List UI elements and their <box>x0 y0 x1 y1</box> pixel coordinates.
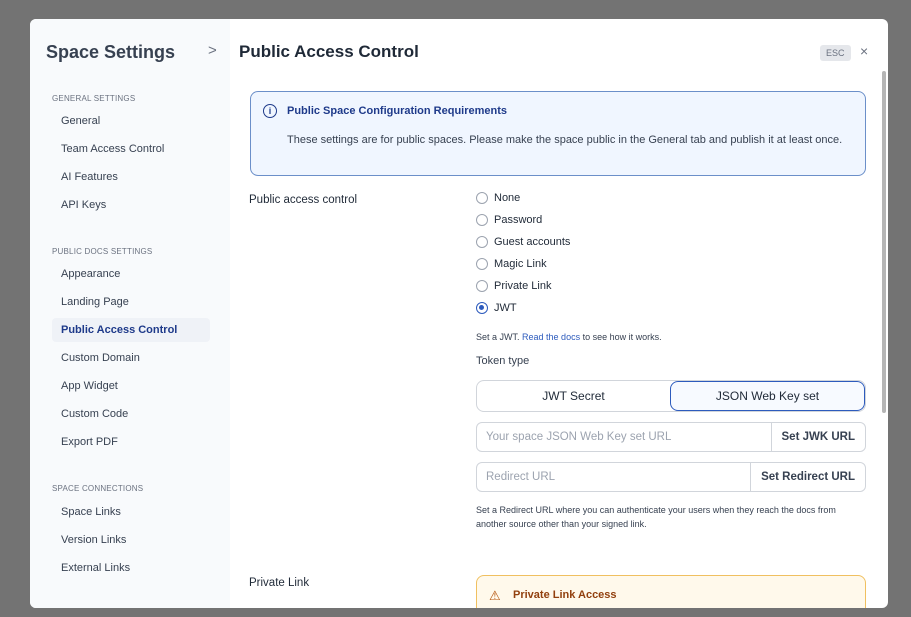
sidebar-item-general[interactable]: General <box>52 109 210 133</box>
warning-icon: ⚠ <box>489 588 501 603</box>
jwk-url-group: Set JWK URL <box>476 422 866 452</box>
radio-jwt[interactable]: JWT <box>476 300 517 316</box>
esc-badge[interactable]: ESC <box>820 45 851 61</box>
radio-label: None <box>494 192 521 204</box>
info-callout: i Public Space Configuration Requirement… <box>250 91 866 176</box>
radio-label: JWT <box>494 302 517 314</box>
set-jwk-url-button[interactable]: Set JWK URL <box>770 423 865 451</box>
jwt-hint-prefix: Set a JWT. <box>476 332 520 342</box>
warning-title: Private Link Access <box>513 589 617 601</box>
radio-circle[interactable] <box>476 280 488 292</box>
page-title: Public Access Control <box>239 42 419 61</box>
close-icon[interactable]: × <box>860 43 868 59</box>
read-the-docs-link[interactable]: Read the docs <box>522 332 580 342</box>
radio-circle[interactable] <box>476 214 488 226</box>
jwt-hint-suffix: to see how it works. <box>582 332 662 342</box>
radio-password[interactable]: Password <box>476 212 542 228</box>
sidebar-item-public-access-control[interactable]: Public Access Control <box>52 318 210 342</box>
sidebar-item-app-widget[interactable]: App Widget <box>52 374 210 398</box>
section-title-public-docs: PUBLIC DOCS SETTINGS <box>52 247 153 256</box>
sidebar-item-custom-code[interactable]: Custom Code <box>52 402 210 426</box>
jwt-hint: Set a JWT. Read the docs to see how it w… <box>476 330 662 344</box>
token-type-label: Token type <box>476 355 530 367</box>
private-link-label: Private Link <box>249 577 310 589</box>
sidebar-item-custom-domain[interactable]: Custom Domain <box>52 346 210 370</box>
radio-circle-selected[interactable] <box>476 302 488 314</box>
sidebar-item-version-links[interactable]: Version Links <box>52 528 210 552</box>
breadcrumb-chevron-icon: > <box>208 42 217 59</box>
settings-title: Space Settings <box>46 42 176 62</box>
sidebar-item-api-keys[interactable]: API Keys <box>52 193 210 217</box>
info-body: These settings are for public spaces. Pl… <box>287 134 843 146</box>
tab-jwt-secret[interactable]: JWT Secret <box>477 381 670 411</box>
public-access-control-label: Public access control <box>249 194 358 206</box>
tab-json-web-key-set[interactable]: JSON Web Key set <box>670 381 865 411</box>
jwk-url-input[interactable] <box>477 423 771 451</box>
info-title: Public Space Configuration Requirements <box>287 105 508 117</box>
section-title-space-connections: SPACE CONNECTIONS <box>52 484 144 493</box>
redirect-hint: Set a Redirect URL where you can authent… <box>476 505 836 529</box>
set-redirect-url-button[interactable]: Set Redirect URL <box>750 463 865 491</box>
sidebar-item-ai-features[interactable]: AI Features <box>52 165 210 189</box>
radio-circle[interactable] <box>476 236 488 248</box>
radio-label: Password <box>494 214 543 226</box>
scrollbar[interactable] <box>882 71 886 413</box>
radio-label: Magic Link <box>494 258 547 270</box>
radio-circle[interactable] <box>476 192 488 204</box>
radio-guest-accounts[interactable]: Guest accounts <box>476 234 570 250</box>
radio-circle[interactable] <box>476 258 488 270</box>
radio-private-link[interactable]: Private Link <box>476 278 551 294</box>
redirect-url-input[interactable] <box>477 463 751 491</box>
sidebar-item-landing-page[interactable]: Landing Page <box>52 290 210 314</box>
sidebar-item-space-links[interactable]: Space Links <box>52 500 210 524</box>
radio-label: Guest accounts <box>494 236 571 248</box>
radio-none[interactable]: None <box>476 190 520 206</box>
info-icon: i <box>263 104 277 118</box>
radio-label: Private Link <box>494 280 552 292</box>
private-link-warning: ⚠ Private Link Access <box>476 575 866 608</box>
radio-magic-link[interactable]: Magic Link <box>476 256 547 272</box>
sidebar-item-team-access-control[interactable]: Team Access Control <box>52 137 210 161</box>
token-type-toggle: JWT Secret JSON Web Key set <box>476 380 866 412</box>
settings-modal: Space Settings > Public Access Control E… <box>30 19 888 608</box>
sidebar-item-external-links[interactable]: External Links <box>52 556 210 580</box>
sidebar-item-export-pdf[interactable]: Export PDF <box>52 430 210 454</box>
redirect-url-group: Set Redirect URL <box>476 462 866 492</box>
sidebar-item-appearance[interactable]: Appearance <box>52 262 210 286</box>
section-title-general: GENERAL SETTINGS <box>52 94 136 103</box>
